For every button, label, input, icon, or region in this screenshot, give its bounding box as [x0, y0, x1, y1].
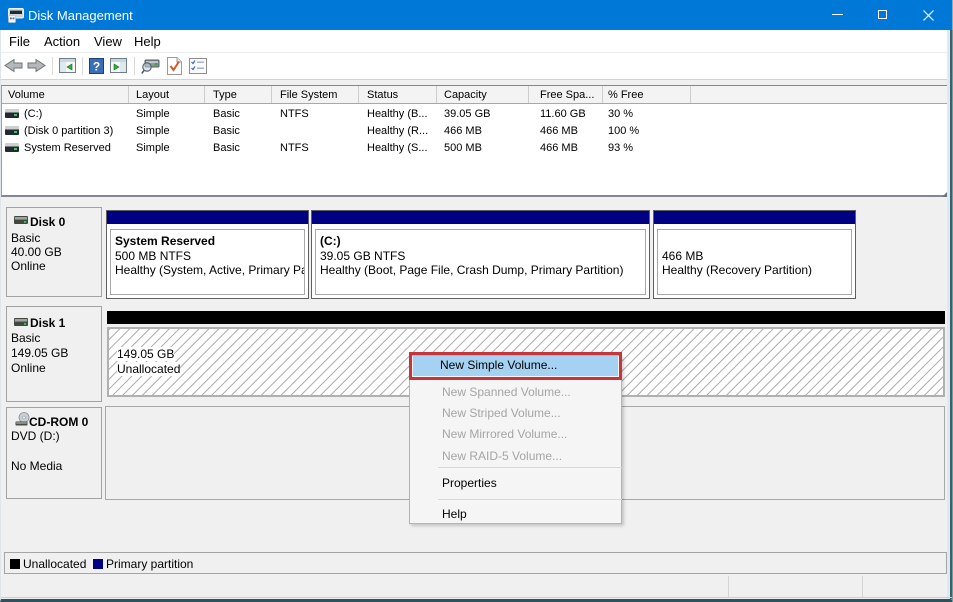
svg-text:?: ? — [93, 60, 100, 74]
